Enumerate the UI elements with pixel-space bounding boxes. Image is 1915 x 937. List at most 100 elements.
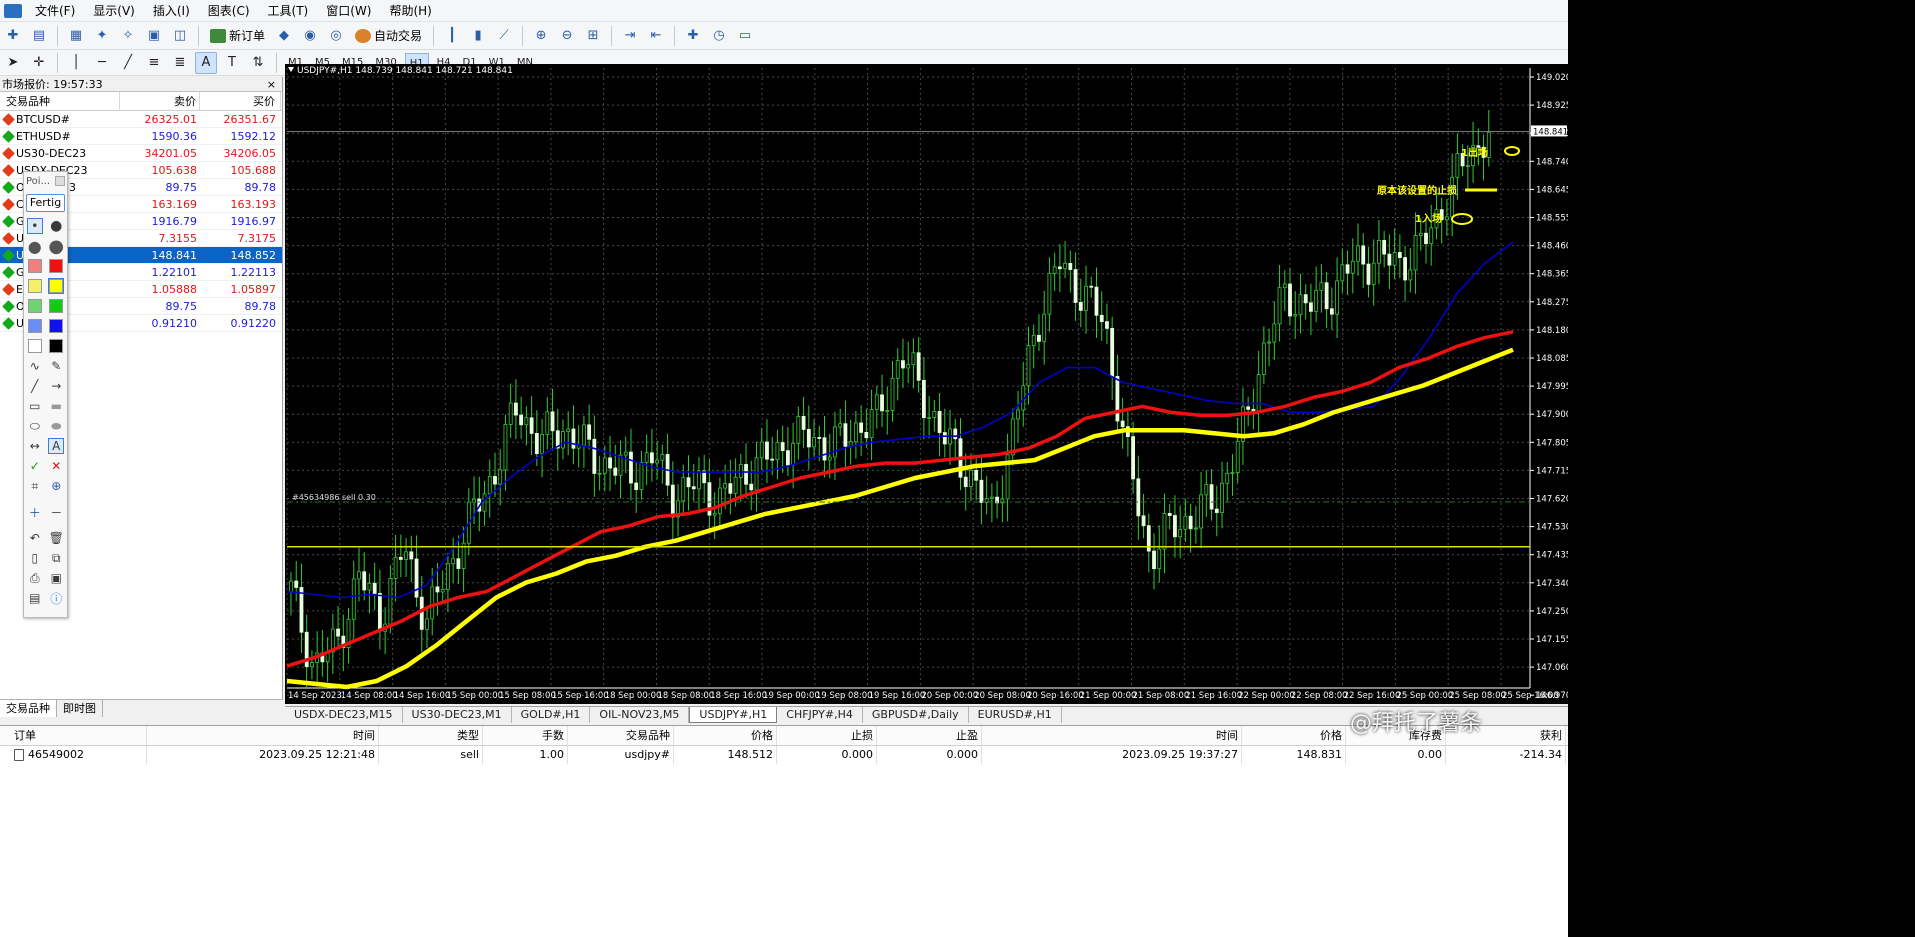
ellipse-icon[interactable]: ⬭ xyxy=(27,418,43,434)
chart-tab[interactable]: CHFJPY#,H4 xyxy=(777,707,863,723)
market-watch-icon[interactable]: ▦ xyxy=(65,25,87,47)
terminal-col-header[interactable]: 止损 xyxy=(777,726,877,745)
navigator-icon[interactable]: ✧ xyxy=(117,25,139,47)
metaeditor-icon[interactable]: ◆ xyxy=(273,25,295,47)
freehand-icon[interactable]: ∿ xyxy=(27,358,43,374)
color-swatch[interactable] xyxy=(27,298,43,314)
color-swatch[interactable] xyxy=(27,278,43,294)
alerts-icon[interactable]: ◎ xyxy=(325,25,347,47)
terminal-col-header[interactable]: 交易品种 xyxy=(568,726,674,745)
size-large-icon[interactable]: ● xyxy=(27,237,43,256)
crosshair-icon[interactable]: ✛ xyxy=(28,52,50,74)
new-order-button[interactable]: 新订单 xyxy=(204,25,271,47)
chart-menu-icon[interactable] xyxy=(288,67,294,73)
chart-tab[interactable]: OIL-NOV23,M5 xyxy=(590,707,690,723)
autoscroll-icon[interactable]: ⇥ xyxy=(619,25,641,47)
tab-symbols[interactable]: 交易品种 xyxy=(0,700,57,717)
terminal-col-header[interactable]: 手数 xyxy=(483,726,568,745)
terminal-col-header[interactable]: 价格 xyxy=(1242,726,1346,745)
horizontal-line-icon[interactable]: ─ xyxy=(91,52,113,74)
terminal-col-header[interactable]: 订单 xyxy=(0,726,147,745)
new-chart-icon[interactable]: ✚ xyxy=(2,25,24,47)
signals-icon[interactable]: ◉ xyxy=(299,25,321,47)
rectangle-icon[interactable]: ▭ xyxy=(27,398,43,414)
filled-ellipse-icon[interactable]: ⬬ xyxy=(48,418,64,434)
color-swatch[interactable] xyxy=(27,318,43,334)
stop-annotation[interactable]: 原本该设置的止损 xyxy=(1377,184,1457,197)
color-swatch[interactable] xyxy=(48,298,64,314)
data-window-icon[interactable]: ✦ xyxy=(91,25,113,47)
entry-annotation[interactable]: 1入场 xyxy=(1415,212,1442,225)
text-icon[interactable]: A xyxy=(48,438,65,454)
chart-window[interactable]: 14 Sep 2023 14 Sep 08:00 14 Sep 16:00 15 Se… xyxy=(285,64,1571,704)
order-row[interactable]: 46549002 2023.09.25 12:21:48 sell 1.00 usdjp… xyxy=(0,746,1568,764)
chart-tab[interactable]: USDX-DEC23,M15 xyxy=(285,707,403,723)
templates-icon[interactable]: ▭ xyxy=(734,25,756,47)
trendline-icon[interactable]: ╱ xyxy=(117,52,139,74)
arrow-icon[interactable]: → xyxy=(48,378,64,394)
eraser-icon[interactable]: ✎ xyxy=(48,358,64,374)
terminal-col-header[interactable]: 类型 xyxy=(379,726,483,745)
market-watch-row[interactable]: BTCUSD# 26325.01 26351.67 xyxy=(0,111,282,128)
market-watch-row[interactable]: ETHUSD# 1590.36 1592.12 xyxy=(0,128,282,145)
entry-marker[interactable] xyxy=(1451,213,1473,225)
bar-chart-icon[interactable]: ┃ xyxy=(441,25,463,47)
terminal-icon[interactable]: ▣ xyxy=(143,25,165,47)
copy-icon[interactable]: ⧉ xyxy=(48,550,64,566)
terminal-col-header[interactable]: 时间 xyxy=(147,726,379,745)
menu-view[interactable]: 显示(V) xyxy=(84,0,144,22)
text-tool-icon[interactable]: A xyxy=(195,51,217,74)
terminal-col-header[interactable]: 时间 xyxy=(982,726,1242,745)
col-symbol[interactable]: 交易品种 xyxy=(0,92,120,110)
text-label-icon[interactable]: T xyxy=(221,52,243,74)
color-swatch[interactable] xyxy=(48,318,64,334)
color-swatch[interactable] xyxy=(48,278,65,294)
menu-charts[interactable]: 图表(C) xyxy=(199,0,259,22)
minus-icon[interactable]: － xyxy=(48,504,64,520)
close-icon[interactable]: × xyxy=(267,77,276,92)
color-swatch[interactable] xyxy=(27,338,43,354)
chart-tab[interactable]: EURUSD#,H1 xyxy=(969,707,1062,723)
autotrade-button[interactable]: 自动交易 xyxy=(349,25,428,47)
color-swatch[interactable] xyxy=(48,338,64,354)
line-icon[interactable]: ╱ xyxy=(27,378,43,394)
color-swatch[interactable] xyxy=(27,258,43,274)
filled-rectangle-icon[interactable]: ▬ xyxy=(48,398,64,414)
profiles-icon[interactable]: ▤ xyxy=(28,25,50,47)
exit-marker[interactable] xyxy=(1504,146,1520,156)
exit-annotation[interactable]: 1出场 xyxy=(1461,146,1488,159)
zoom-icon[interactable]: ⊕ xyxy=(48,478,64,494)
terminal-col-header[interactable]: 价格 xyxy=(674,726,777,745)
market-watch-row[interactable]: US30-DEC23 34201.05 34206.05 xyxy=(0,145,282,162)
check-icon[interactable]: ✓ xyxy=(27,458,43,474)
plus-icon[interactable]: ＋ xyxy=(27,504,43,520)
chart-tab[interactable]: GOLD#,H1 xyxy=(512,707,591,723)
screenshot-icon[interactable]: ▤ xyxy=(27,590,43,606)
tile-windows-icon[interactable]: ⊞ xyxy=(582,25,604,47)
new-page-icon[interactable]: ▯ xyxy=(27,550,43,566)
palette-menu-icon[interactable] xyxy=(55,176,65,186)
fertig-button[interactable]: Fertig xyxy=(26,194,65,212)
menu-window[interactable]: 窗口(W) xyxy=(317,0,380,22)
vertical-line-icon[interactable]: │ xyxy=(65,52,87,74)
chart-tab[interactable]: US30-DEC23,M1 xyxy=(403,707,512,723)
size-xlarge-icon[interactable]: ● xyxy=(48,236,64,257)
chart-shift-icon[interactable]: ⇤ xyxy=(645,25,667,47)
price-chart[interactable]: 14 Sep 202314 Sep 08:0014 Sep 16:0015 Se… xyxy=(285,64,1571,704)
menu-tools[interactable]: 工具(T) xyxy=(259,0,318,22)
col-ask[interactable]: 买价 xyxy=(200,92,281,110)
zoom-out-icon[interactable]: ⊖ xyxy=(556,25,578,47)
line-chart-icon[interactable]: ⟋ xyxy=(493,25,515,47)
chart-tab[interactable]: GBPUSD#,Daily xyxy=(863,707,969,723)
candle-chart-icon[interactable]: ▮ xyxy=(467,25,489,47)
size-small-icon[interactable]: • xyxy=(26,218,43,234)
col-bid[interactable]: 卖价 xyxy=(120,92,200,110)
info-icon[interactable]: ⓘ xyxy=(48,590,64,606)
strategy-tester-icon[interactable]: ◫ xyxy=(169,25,191,47)
save-icon[interactable]: ▣ xyxy=(48,570,64,586)
channel-icon[interactable]: ≡ xyxy=(143,52,165,74)
cross-icon[interactable]: ✕ xyxy=(48,458,64,474)
terminal-col-header[interactable]: 止盈 xyxy=(877,726,982,745)
indicators-icon[interactable]: ✚ xyxy=(682,25,704,47)
color-swatch[interactable] xyxy=(48,258,64,274)
